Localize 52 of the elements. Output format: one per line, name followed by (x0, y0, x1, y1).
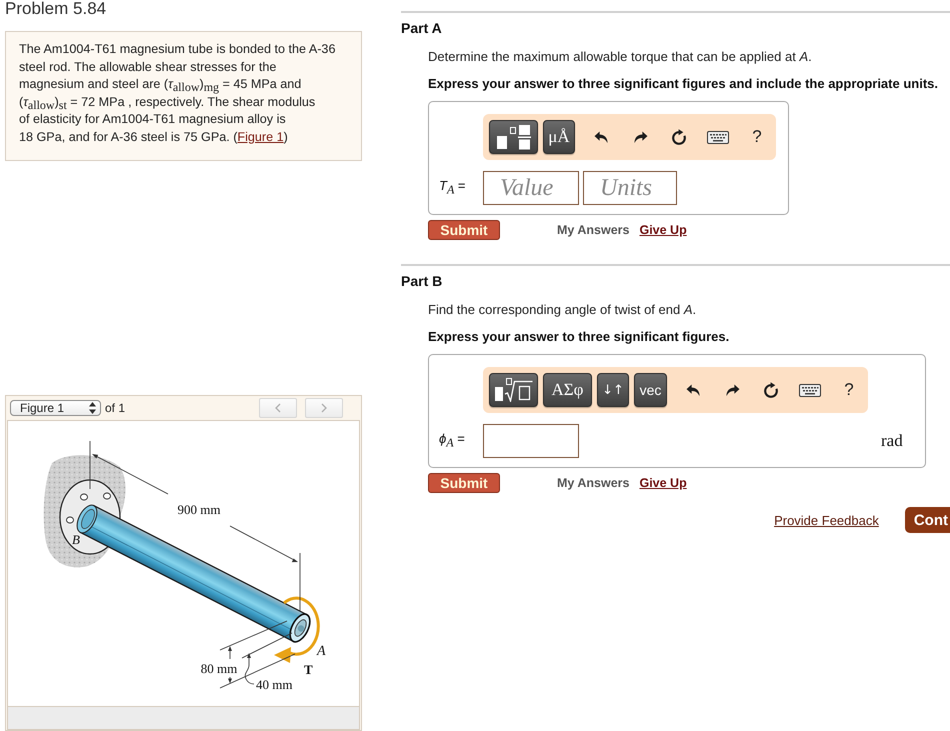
undo-icon (594, 130, 608, 144)
figure-count: of 1 (105, 401, 126, 415)
my-answers-link[interactable]: My Answers (557, 222, 630, 238)
torque-label: T (304, 662, 313, 677)
dimension-label: 900 mm (178, 502, 220, 517)
keyboard-icon (707, 130, 729, 144)
arrows-button[interactable]: ↓↑ (597, 373, 629, 407)
units-button[interactable]: μÅ (543, 120, 575, 154)
submit-button[interactable]: Submit (428, 220, 500, 240)
chevron-right-icon (321, 403, 327, 413)
instruction-text: Express your answer to three significant figures. (428, 328, 730, 345)
continue-button[interactable]: Cont (904, 507, 950, 533)
value-field[interactable] (483, 424, 579, 458)
up-down-arrows-icon (89, 402, 96, 414)
help-button[interactable]: ? (744, 124, 770, 150)
instruction-text: Express your answer to three significant figures and include the appropriate units. (428, 75, 939, 92)
value-field[interactable]: Value (483, 171, 579, 205)
extension-line (220, 620, 288, 650)
fraction-template-icon (496, 124, 530, 150)
keyboard-icon (799, 384, 821, 396)
question-text: Find the corresponding angle of twist of end A. (428, 301, 698, 318)
question-text: Determine the maximum allowable torque that can be applied at A. (428, 48, 813, 65)
feedback-link[interactable]: Provide Feedback (774, 512, 879, 528)
problem-title: Problem 5.84 (5, 0, 108, 17)
template-button[interactable] (489, 373, 538, 407)
vector-button[interactable]: vec (634, 373, 667, 407)
dimension-label: 40 mm (256, 677, 292, 692)
give-up-link[interactable]: Give Up (639, 222, 687, 238)
help-button[interactable]: ? (836, 377, 862, 403)
point-label: A (317, 644, 326, 659)
submit-button[interactable]: Submit (428, 473, 500, 493)
give-up-link[interactable]: Give Up (639, 475, 687, 491)
dimension-label: 80 mm (200, 661, 238, 676)
reset-icon (763, 382, 779, 398)
part-title: Part B (401, 273, 444, 290)
unit-label: rad (881, 431, 903, 451)
part-title: Part A (401, 20, 443, 37)
template-button[interactable] (489, 120, 538, 154)
undo-icon (686, 384, 700, 396)
chevron-left-icon (275, 403, 281, 413)
redo-icon (724, 384, 740, 396)
redo-icon (632, 130, 648, 144)
dimension-line (244, 653, 254, 684)
figure-link[interactable]: Figure 1 (237, 130, 284, 144)
my-answers-link[interactable]: My Answers (557, 475, 630, 491)
greek-letters-button[interactable]: ΑΣφ (543, 373, 592, 407)
reset-icon (671, 129, 687, 145)
figure-select[interactable]: Figure 1 (10, 400, 101, 416)
units-field[interactable]: Units (583, 171, 677, 205)
root-template-icon (494, 378, 532, 402)
rod-end (294, 619, 307, 637)
point-label: B (72, 532, 80, 547)
